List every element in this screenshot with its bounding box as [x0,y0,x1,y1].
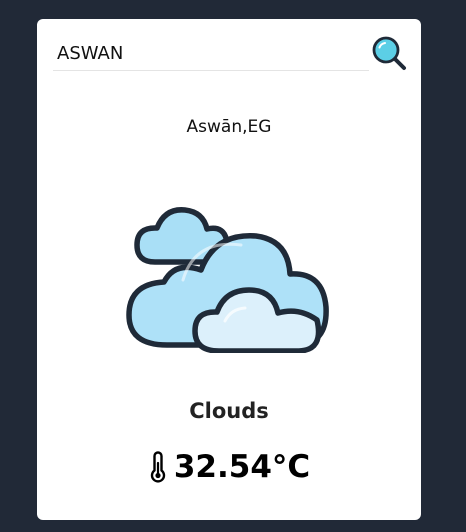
weather-card: Aswān,EG Clouds 32.54°C [37,19,421,520]
location-label: Aswān,EG [186,117,272,137]
thermometer-icon [150,451,166,483]
weather-condition: Clouds [189,399,269,423]
temperature-row: 32.54°C [37,451,421,483]
search-icon [372,36,406,70]
search-bar [53,36,406,73]
temperature-value: 32.54°C [173,448,311,485]
clouds-icon [123,181,335,354]
search-button[interactable] [371,35,409,73]
search-input[interactable] [53,37,369,71]
